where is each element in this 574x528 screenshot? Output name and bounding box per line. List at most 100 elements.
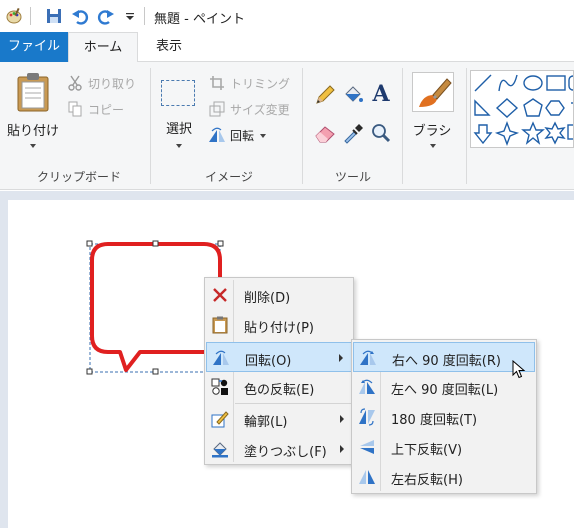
title-bar: 無題 - ペイント: [0, 0, 574, 32]
submenu-arrow: [340, 415, 344, 423]
callout-shape-drawing: [90, 242, 222, 372]
menu-item-rotate-left-90[interactable]: 左へ 90 度回転(L): [353, 372, 535, 402]
flip-vertical-icon: [357, 437, 377, 457]
color-picker-icon[interactable]: [342, 122, 364, 144]
rotate-dropdown-arrow[interactable]: [260, 134, 267, 138]
image-group-label: イメージ: [205, 170, 253, 184]
curve-shape: [498, 74, 518, 92]
oval-shape: [523, 75, 543, 91]
outline-icon: [210, 409, 230, 429]
brush-button[interactable]: ブラシ: [406, 70, 462, 162]
resize-label: サイズ変更: [230, 102, 290, 117]
menu-item-rotate-right-90[interactable]: 右へ 90 度回転(R): [353, 342, 535, 372]
rounded-rect-shape: [568, 75, 573, 91]
selection-handles: [86, 240, 224, 375]
paste-label: 貼り付け: [6, 124, 59, 139]
tab-view[interactable]: 表示: [140, 32, 198, 62]
customize-dropdown-icon[interactable]: [120, 6, 140, 26]
magnifier-icon[interactable]: [370, 122, 392, 144]
select-button[interactable]: 選択: [156, 70, 202, 162]
cut-button[interactable]: 切り取り: [66, 72, 136, 94]
copy-button[interactable]: コピー: [66, 98, 124, 120]
paste-button[interactable]: 貼り付け: [6, 70, 59, 160]
shapes-gallery[interactable]: [470, 70, 574, 148]
mouse-cursor-icon: [512, 359, 526, 380]
ribbon-tabs: ファイル ホーム 表示: [0, 32, 574, 63]
group-separator: [466, 68, 467, 184]
crop-label: トリミング: [230, 76, 291, 91]
menu-item-rotate-180[interactable]: 180 度回転(T): [353, 402, 535, 432]
star5-shape: [521, 121, 545, 145]
rotate-right-icon: [358, 348, 378, 368]
context-menu: 削除(D) 貼り付け(P) 回転(O) 色の反転(E) 輪郭(L) 塗りつぶし(…: [204, 277, 354, 465]
separator: [30, 7, 31, 25]
flip-horizontal-icon: [357, 467, 377, 487]
line-shape: [474, 74, 492, 92]
diamond-shape: [495, 98, 519, 118]
rotate-button[interactable]: 回転: [208, 124, 267, 146]
select-dropdown-arrow[interactable]: [176, 144, 182, 148]
menu-item-paste[interactable]: 貼り付け(P): [206, 310, 352, 340]
pencil-icon[interactable]: [314, 84, 336, 106]
group-separator: [150, 68, 151, 184]
ribbon: 貼り付け 切り取り コピー クリップボード 選択 トリミング サイズ変更 回転 …: [0, 62, 574, 190]
rotate-left-icon: [357, 377, 377, 397]
crop-icon: [208, 74, 226, 92]
paint-app-icon[interactable]: [4, 6, 24, 26]
tab-file[interactable]: ファイル: [0, 32, 68, 62]
paste-icon: [17, 73, 49, 112]
rectangle-shape: [546, 75, 566, 91]
paste-icon: [210, 315, 230, 335]
cut-label: 切り取り: [88, 76, 137, 91]
crop-button[interactable]: トリミング: [208, 72, 290, 94]
rotate-180-icon: [357, 407, 377, 427]
rotate-submenu: 右へ 90 度回転(R) 左へ 90 度回転(L) 180 度回転(T) 上下反…: [351, 339, 537, 494]
copy-label: コピー: [88, 102, 125, 117]
brush-label: ブラシ: [412, 124, 452, 139]
paste-dropdown-arrow[interactable]: [30, 144, 36, 148]
submenu-arrow: [339, 354, 343, 362]
resize-button[interactable]: サイズ変更: [208, 98, 290, 120]
scissors-icon: [66, 74, 84, 92]
separator: [144, 7, 145, 25]
menu-item-fill[interactable]: 塗りつぶし(F): [206, 434, 352, 464]
rotate-icon: [211, 348, 231, 368]
arrow-down-shape: [473, 124, 493, 145]
menu-item-invert-color[interactable]: 色の反転(E): [206, 372, 352, 402]
window-title: 無題 - ペイント: [154, 12, 245, 27]
menu-item-delete[interactable]: 削除(D): [206, 280, 352, 310]
star4-shape: [494, 121, 520, 146]
resize-icon: [208, 100, 226, 118]
right-triangle-shape: [474, 99, 491, 116]
submenu-arrow: [340, 445, 344, 453]
menu-item-flip-vertical[interactable]: 上下反転(V): [353, 432, 535, 462]
menu-item-rotate[interactable]: 回転(O): [206, 342, 352, 372]
group-separator: [302, 68, 303, 184]
select-icon: [161, 80, 195, 106]
save-icon[interactable]: [44, 6, 64, 26]
eraser-icon[interactable]: [314, 122, 336, 144]
menu-item-outline[interactable]: 輪郭(L): [206, 404, 352, 434]
redo-icon[interactable]: [96, 6, 116, 26]
invert-color-icon: [210, 377, 230, 397]
clipboard-group-label: クリップボード: [36, 170, 121, 184]
menu-item-flip-horizontal[interactable]: 左右反転(H): [353, 462, 535, 492]
text-icon[interactable]: A: [370, 82, 392, 106]
fill-icon[interactable]: [342, 84, 364, 106]
fill-icon: [210, 439, 230, 459]
copy-icon: [66, 100, 84, 118]
callout-shape: [567, 124, 573, 140]
undo-icon[interactable]: [70, 6, 90, 26]
brush-dropdown-arrow[interactable]: [430, 144, 436, 148]
pentagon-shape: [523, 98, 543, 117]
delete-icon: [210, 285, 230, 305]
brush-icon: [412, 72, 454, 112]
star6-shape: [544, 121, 566, 145]
tab-home[interactable]: ホーム: [68, 32, 138, 63]
rotate-label: 回転: [230, 128, 255, 143]
hexagon-shape: [545, 100, 565, 116]
select-label: 選択: [165, 122, 192, 137]
tools-group-label: ツール: [334, 170, 371, 184]
rotate-icon: [208, 126, 226, 144]
group-separator: [402, 68, 403, 184]
